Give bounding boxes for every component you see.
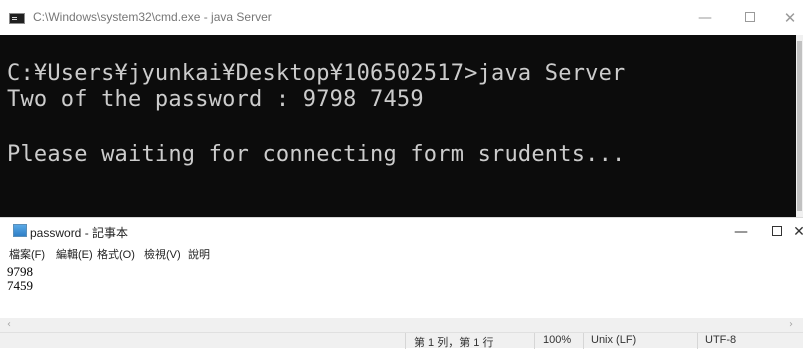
- cmd-close-button[interactable]: ✕: [775, 6, 803, 30]
- console-line-command: C:¥Users¥jyunkai¥Desktop¥106502517>java …: [7, 61, 626, 86]
- console-output[interactable]: C:¥Users¥jyunkai¥Desktop¥106502517>java …: [0, 35, 796, 217]
- notepad-menubar: 檔案(F) 編輯(E) 格式(O) 檢視(V) 說明: [0, 245, 803, 261]
- notepad-horizontal-scrollbar[interactable]: ‹ ›: [0, 318, 803, 332]
- notepad-text-area[interactable]: 9798 7459: [0, 262, 803, 320]
- menu-file[interactable]: 檔案(F): [9, 246, 45, 262]
- scroll-right-arrow-icon[interactable]: ›: [789, 318, 793, 332]
- console-line-waiting: Please waiting for connecting form srude…: [7, 142, 626, 167]
- menu-format[interactable]: 格式(O): [97, 246, 135, 262]
- text-line-2: 7459: [7, 278, 33, 293]
- status-cursor-position: 第 1 列，第 1 行: [414, 337, 494, 349]
- maximize-icon: [772, 225, 782, 236]
- text-line-1: 9798: [7, 264, 33, 279]
- menu-help[interactable]: 說明: [188, 246, 210, 262]
- cmd-maximize-button[interactable]: [735, 6, 765, 30]
- scroll-left-arrow-icon[interactable]: ‹: [7, 318, 11, 332]
- notepad-statusbar: 第 1 列，第 1 行 100% Unix (LF) UTF-8: [0, 332, 803, 349]
- cmd-titlebar[interactable]: C:\Windows\system32\cmd.exe - java Serve…: [0, 0, 803, 35]
- cmd-vertical-scrollbar[interactable]: [796, 35, 803, 217]
- status-line-ending: Unix (LF): [591, 334, 637, 346]
- notepad-maximize-button[interactable]: [762, 220, 792, 244]
- console-icon: [9, 13, 25, 24]
- maximize-icon: [745, 11, 755, 22]
- status-zoom: 100%: [543, 334, 572, 346]
- cmd-minimize-button[interactable]: —: [690, 6, 720, 30]
- cmd-window: C:\Windows\system32\cmd.exe - java Serve…: [0, 0, 803, 217]
- status-encoding: UTF-8: [705, 334, 737, 346]
- cmd-scroll-thumb[interactable]: [797, 41, 802, 211]
- menu-edit[interactable]: 編輯(E): [56, 246, 93, 262]
- notepad-minimize-button[interactable]: —: [726, 220, 756, 244]
- menu-view[interactable]: 檢視(V): [144, 246, 181, 262]
- cmd-window-title: C:\Windows\system32\cmd.exe - java Serve…: [33, 10, 272, 24]
- notepad-titlebar[interactable]: password - 記事本 — ✕: [0, 218, 803, 244]
- notepad-icon: [13, 224, 27, 237]
- notepad-window-title: password - 記事本: [30, 226, 129, 240]
- notepad-window: password - 記事本 — ✕ 檔案(F) 編輯(E) 格式(O) 檢視(…: [0, 217, 803, 349]
- notepad-close-button[interactable]: ✕: [792, 220, 803, 244]
- console-line-password: Two of the password : 9798 7459: [7, 87, 424, 112]
